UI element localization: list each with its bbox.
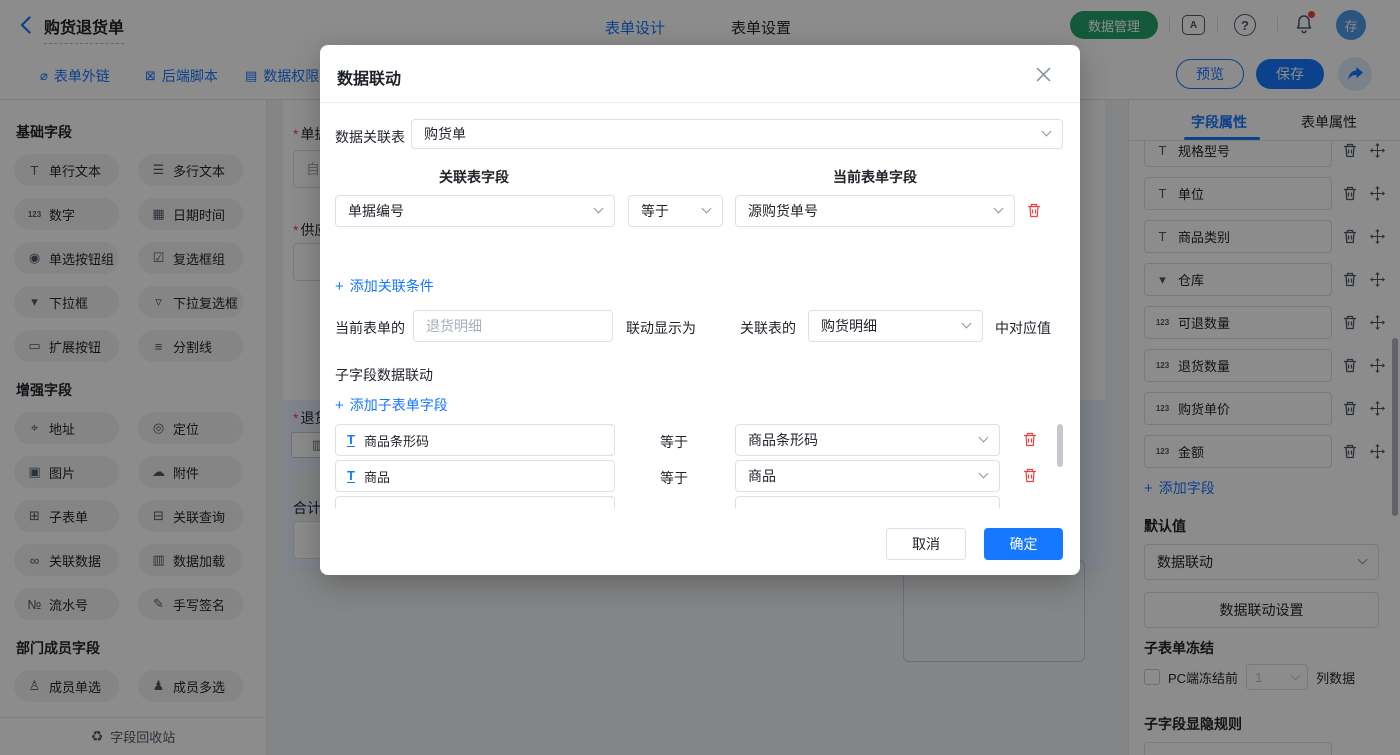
plus-icon — [335, 278, 344, 295]
related-form-select[interactable]: 购货明细 — [808, 310, 983, 342]
modal-header: 数据联动 — [320, 45, 1080, 103]
chevron-down-icon — [994, 204, 1004, 214]
column-header-right: 当前表单字段 — [833, 167, 917, 187]
close-icon[interactable] — [1036, 67, 1051, 87]
data-linkage-modal: 数据联动 数据关联表 购货单 关联表字段 当前表单字段 单据编号 等于 源购货单… — [320, 45, 1080, 575]
delete-condition-icon[interactable] — [1027, 203, 1041, 223]
subfield-linkage-title: 子字段数据联动 — [335, 365, 433, 385]
current-form-label: 当前表单的 — [335, 318, 405, 338]
subfield-name-box[interactable] — [335, 496, 615, 508]
condition-value-select[interactable]: 源购货单号 — [735, 195, 1015, 227]
cancel-button[interactable]: 取消 — [886, 528, 966, 560]
subfield-value-select[interactable]: 商品条形码 — [735, 424, 1000, 456]
modal-title: 数据联动 — [337, 65, 401, 89]
subfield-op-label: 等于 — [660, 432, 688, 452]
current-form-input[interactable]: 退货明细 — [413, 310, 613, 342]
chevron-down-icon — [979, 469, 989, 479]
relation-table-select[interactable]: 购货单 — [411, 119, 1063, 149]
text-field-icon: T — [347, 469, 355, 484]
add-condition-link[interactable]: 添加关联条件 — [335, 276, 434, 296]
plus-icon — [335, 397, 344, 414]
subfield-op-label: 等于 — [660, 468, 688, 488]
chevron-down-icon — [962, 319, 972, 329]
chevron-down-icon — [979, 433, 989, 443]
chevron-down-icon — [1042, 127, 1052, 137]
delete-subfield-icon[interactable] — [1023, 468, 1037, 488]
condition-field-select[interactable]: 单据编号 — [335, 195, 615, 227]
related-form-label: 关联表的 — [740, 318, 796, 338]
chevron-down-icon — [702, 204, 712, 214]
subfield-value-select[interactable]: 商品 — [735, 460, 1000, 492]
subfield-rows-list: T商品条形码商品条形码等于T商品商品等于 — [335, 424, 1050, 508]
relation-table-label: 数据关联表 — [335, 127, 405, 147]
subfield-name-box[interactable]: T商品 — [335, 460, 615, 492]
text-field-icon: T — [347, 433, 355, 448]
display-as-label: 联动显示为 — [626, 318, 696, 338]
subfield-value-select[interactable] — [735, 496, 1000, 508]
add-subfield-link[interactable]: 添加子表单字段 — [335, 395, 448, 415]
condition-operator-select[interactable]: 等于 — [628, 195, 723, 227]
delete-subfield-icon[interactable] — [1023, 432, 1037, 452]
subfield-name-box[interactable]: T商品条形码 — [335, 424, 615, 456]
chevron-down-icon — [594, 204, 604, 214]
column-header-left: 关联表字段 — [439, 167, 509, 187]
confirm-button[interactable]: 确定 — [984, 528, 1063, 560]
modal-list-scrollbar[interactable] — [1057, 424, 1063, 467]
suffix-label: 中对应值 — [995, 318, 1051, 338]
